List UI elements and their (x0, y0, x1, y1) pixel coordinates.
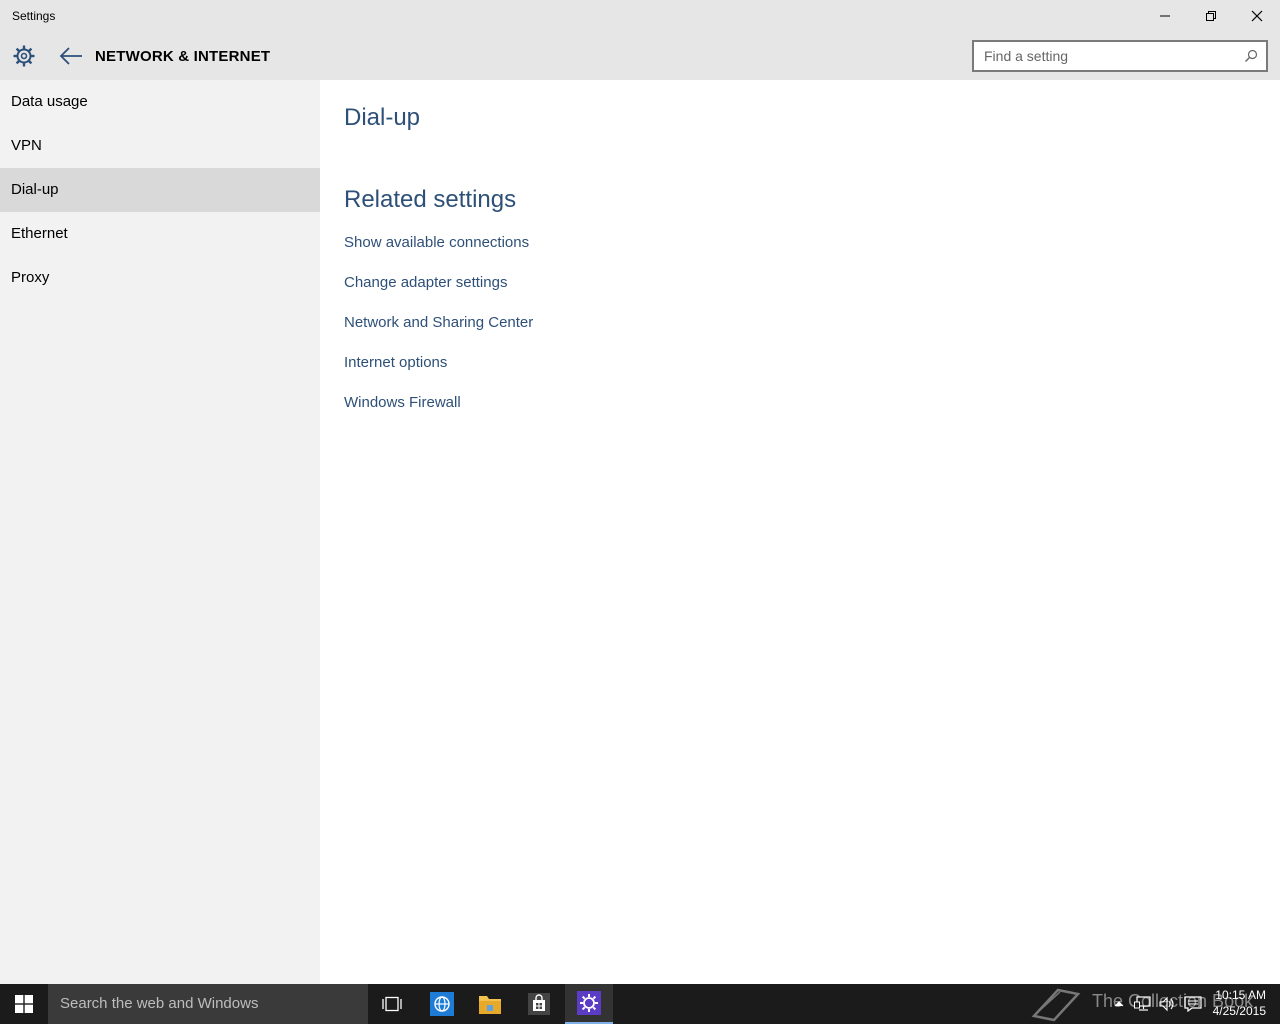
link-network-sharing-center[interactable]: Network and Sharing Center (344, 314, 533, 331)
sidebar: Data usage VPN Dial-up Ethernet Proxy (0, 80, 320, 984)
sidebar-item-data-usage[interactable]: Data usage (0, 80, 320, 124)
link-internet-options[interactable]: Internet options (344, 354, 447, 371)
action-center-button[interactable] (1184, 996, 1202, 1012)
action-center-icon (1184, 996, 1202, 1012)
title-bar: Settings (0, 0, 1280, 32)
restore-button[interactable] (1188, 0, 1234, 32)
network-icon (1134, 996, 1151, 1011)
link-change-adapter-settings[interactable]: Change adapter settings (344, 274, 507, 291)
back-button[interactable] (56, 42, 86, 70)
section-title: NETWORK & INTERNET (95, 48, 271, 65)
close-button[interactable] (1234, 0, 1280, 32)
file-explorer-icon (479, 996, 501, 1014)
link-show-available-connections[interactable]: Show available connections (344, 234, 529, 251)
task-view-icon (382, 996, 402, 1012)
taskbar: Search the web and Windows The Collectio… (0, 984, 1280, 1024)
store-button[interactable] (515, 984, 563, 1024)
network-tray-button[interactable] (1134, 996, 1152, 1012)
settings-header: NETWORK & INTERNET (0, 32, 1280, 80)
close-icon (1251, 10, 1263, 22)
search-icon[interactable] (1244, 49, 1258, 63)
task-view-button[interactable] (368, 984, 416, 1024)
ie-button[interactable] (418, 984, 466, 1024)
show-hidden-icons-button[interactable] (1110, 996, 1128, 1012)
sidebar-item-proxy[interactable]: Proxy (0, 256, 320, 300)
search-input[interactable] (984, 47, 1234, 65)
settings-taskbar-button[interactable] (565, 984, 613, 1024)
minimize-button[interactable] (1142, 0, 1188, 32)
window-title: Settings (12, 9, 56, 23)
main-content: Dial-up Related settings Show available … (320, 80, 1280, 984)
clock-time: 10:15 AM (1215, 988, 1266, 1002)
restore-icon (1206, 11, 1216, 21)
settings-home-button[interactable] (10, 42, 38, 70)
page-title: Dial-up (344, 104, 421, 131)
back-arrow-icon (59, 47, 82, 65)
clock-date: 4/25/2015 (1212, 1004, 1266, 1018)
taskbar-search-placeholder: Search the web and Windows (60, 995, 259, 1012)
link-windows-firewall[interactable]: Windows Firewall (344, 394, 461, 411)
file-explorer-button[interactable] (466, 984, 514, 1024)
volume-icon (1159, 996, 1174, 1012)
settings-icon (577, 991, 601, 1015)
related-settings-heading: Related settings (344, 186, 517, 213)
start-button[interactable] (0, 984, 48, 1024)
find-setting-search[interactable] (972, 40, 1268, 72)
sidebar-item-ethernet[interactable]: Ethernet (0, 212, 320, 256)
gear-icon (13, 45, 35, 67)
sidebar-item-vpn[interactable]: VPN (0, 124, 320, 168)
ie-icon (430, 992, 454, 1016)
book-logo-icon (1031, 988, 1081, 1022)
volume-tray-button[interactable] (1158, 996, 1176, 1012)
windows-logo-icon (15, 995, 33, 1013)
taskbar-search-box[interactable]: Search the web and Windows (48, 984, 368, 1024)
clock[interactable]: 10:15 AM 4/25/2015 (1213, 987, 1266, 1019)
store-icon (528, 993, 550, 1015)
chevron-up-icon (1114, 1001, 1124, 1007)
minimize-icon (1160, 15, 1170, 17)
sidebar-item-dial-up[interactable]: Dial-up (0, 168, 320, 212)
